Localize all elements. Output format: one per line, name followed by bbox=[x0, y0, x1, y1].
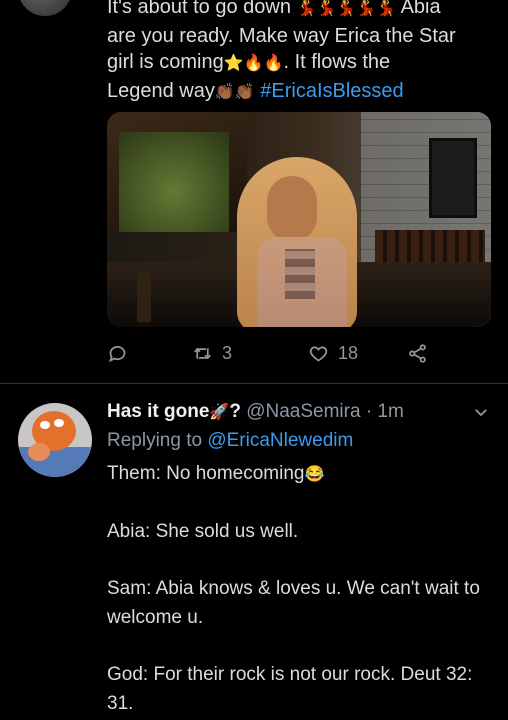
mention-link[interactable]: @EricaNlewedim bbox=[207, 430, 353, 451]
tweet-image[interactable] bbox=[107, 112, 491, 327]
tweet-line: God: For their rock is not our rock. Deu… bbox=[107, 664, 473, 714]
tweet-card[interactable]: It's about to go down 💃💃💃💃💃 Abia are you… bbox=[0, 0, 508, 383]
rocket-emoji: 🚀 bbox=[209, 404, 230, 421]
like-count: 18 bbox=[338, 343, 359, 363]
avatar[interactable] bbox=[18, 403, 92, 477]
reply-button[interactable] bbox=[107, 343, 128, 364]
timestamp[interactable]: 1m bbox=[377, 401, 403, 422]
tweet-actions: 3 18 bbox=[107, 343, 437, 369]
retweet-count: 3 bbox=[222, 343, 233, 363]
hashtag-link[interactable]: #EricaIsBlessed bbox=[260, 80, 403, 102]
chevron-down-icon[interactable] bbox=[472, 403, 490, 421]
tweet-line: Abia: She sold us well. bbox=[107, 521, 299, 542]
like-button[interactable]: 18 bbox=[308, 343, 358, 364]
avatar[interactable] bbox=[18, 0, 72, 16]
display-name[interactable]: Has it gone🚀? bbox=[107, 401, 241, 422]
tweet-header: Has it gone🚀? @NaaSemira · 1m bbox=[107, 399, 487, 426]
tweet-text: It's about to go down 💃💃💃💃💃 Abia are you… bbox=[107, 0, 456, 102]
reply-icon bbox=[108, 346, 126, 363]
tweet-text: Them: No homecoming😂 Abia: She sold us w… bbox=[107, 459, 492, 718]
tweet-line: Them: No homecoming😂 bbox=[107, 463, 325, 484]
share-button[interactable] bbox=[407, 343, 428, 364]
replying-to: Replying to @EricaNlewedim bbox=[107, 430, 354, 451]
heart-icon bbox=[309, 346, 328, 362]
star-emoji: ⭐ bbox=[223, 55, 244, 72]
tweet-card[interactable]: Has it gone🚀? @NaaSemira · 1m Replying t… bbox=[0, 384, 508, 720]
clap-emoji: 👏🏾👏🏾 bbox=[214, 83, 255, 101]
tweet-line: Sam: Abia knows & loves u. We can't wait… bbox=[107, 578, 480, 628]
share-icon bbox=[409, 344, 426, 363]
fire-emoji: 🔥🔥 bbox=[243, 55, 284, 72]
separator-dot: · bbox=[365, 401, 373, 422]
laughing-emoji: 😂 bbox=[304, 466, 325, 483]
username[interactable]: @NaaSemira bbox=[246, 401, 360, 422]
retweet-button[interactable]: 3 bbox=[192, 343, 232, 364]
retweet-icon bbox=[194, 347, 211, 360]
dancer-emoji: 💃💃💃💃💃 bbox=[296, 0, 397, 17]
